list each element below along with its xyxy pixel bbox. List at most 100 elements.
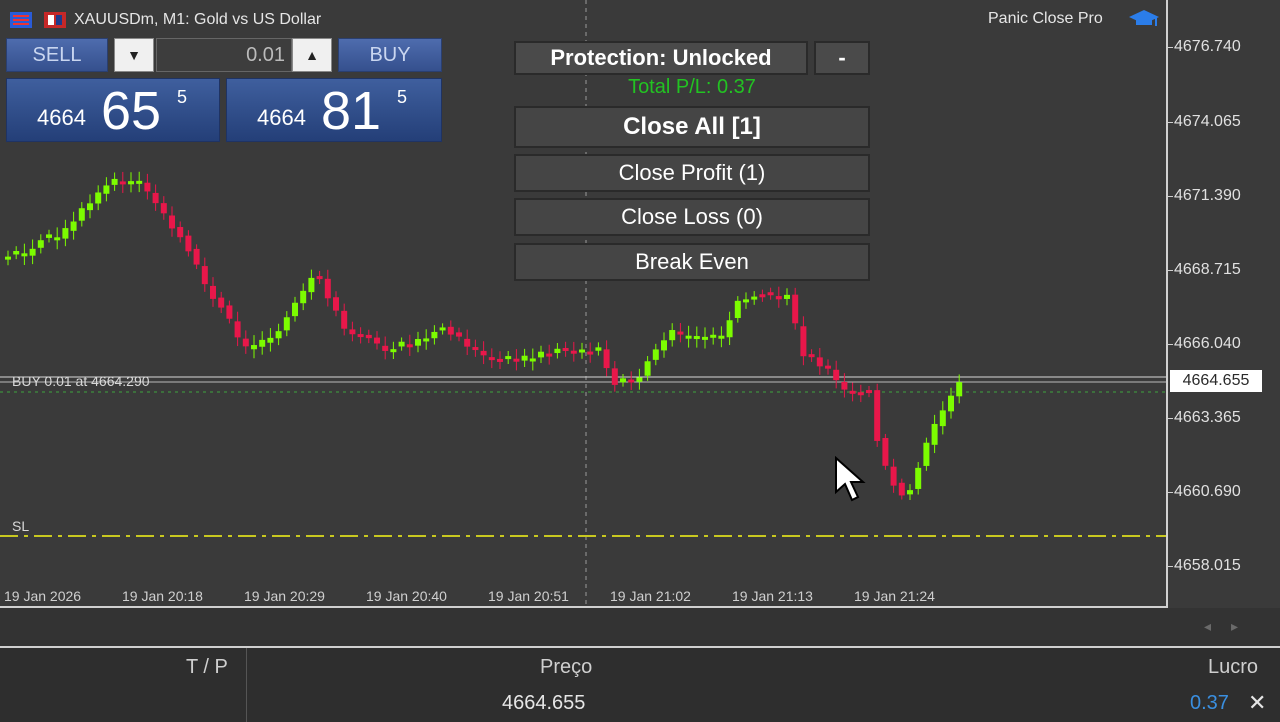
expert-icon[interactable] [42, 10, 68, 30]
candle-body [767, 292, 774, 296]
buy-button[interactable]: BUY [338, 38, 442, 72]
candle-body [915, 467, 922, 489]
candle-body [390, 349, 397, 353]
chart-scrollbar[interactable]: ◂▸ [0, 608, 1280, 646]
candle-body [324, 278, 331, 299]
candle-body [13, 251, 20, 255]
candle-body [595, 347, 602, 351]
candle-body [226, 305, 233, 319]
candle-body [201, 266, 208, 285]
time-label: 19 Jan 20:29 [244, 588, 325, 604]
header-profit: Lucro [1208, 656, 1259, 678]
buy-price-box[interactable]: 4664 81 5 [226, 78, 442, 142]
candle-body [652, 349, 659, 360]
header-tp: T / P [186, 656, 228, 678]
candle-body [70, 221, 77, 231]
candle-body [365, 334, 372, 339]
candle-body [447, 326, 454, 335]
candle-body [874, 390, 881, 441]
chart-title: XAUUSDm, M1: Gold vs US Dollar [74, 11, 322, 28]
buy-price-prefix: 4664 [257, 105, 306, 130]
minimize-panel-button[interactable]: - [814, 41, 870, 75]
ea-name: Panic Close Pro [988, 10, 1103, 27]
candle-body [587, 351, 594, 355]
candle-body [693, 336, 700, 340]
candle-body [685, 335, 692, 339]
candle-body [751, 296, 758, 300]
candle-body [242, 338, 249, 347]
candle-body [333, 297, 339, 311]
close-icon[interactable]: ✕ [1248, 690, 1266, 716]
candle-body [939, 410, 946, 427]
candle-body [210, 285, 216, 299]
sell-price-point: 5 [177, 87, 188, 107]
candle-body [341, 310, 348, 329]
candle-body [816, 357, 823, 367]
candle-body [677, 331, 684, 335]
candle-body [841, 381, 848, 390]
candle-body [136, 180, 143, 184]
chart-window[interactable]: XAUUSDm, M1: Gold vs US Dollar Panic Clo… [0, 0, 1280, 608]
volume-decrease-button[interactable]: ▼ [114, 38, 154, 72]
candle-body [37, 240, 44, 248]
candle-body [775, 296, 782, 300]
close-profit-button[interactable]: Close Profit (1) [514, 154, 870, 192]
candle-body [611, 368, 618, 385]
candle-body [636, 377, 643, 382]
candle-body [177, 227, 184, 238]
positions-table: T / P Preço Lucro 4664.655 0.37 ✕ [0, 646, 1280, 722]
candle-body [669, 330, 676, 341]
candle-body [743, 299, 749, 303]
candle-body [259, 339, 266, 347]
protection-toggle-button[interactable]: Protection: Unlocked [514, 41, 808, 75]
candle-body [87, 203, 93, 211]
candle-body [169, 215, 175, 229]
buy-price-point: 5 [397, 87, 408, 107]
candle-body [529, 358, 536, 362]
candle-body [882, 438, 889, 466]
candle-body [398, 341, 405, 347]
candle-body [734, 300, 741, 319]
candle-body [784, 294, 790, 299]
candle-body [472, 347, 479, 351]
candle-body [480, 350, 487, 356]
candle-body [546, 353, 553, 357]
candle-body [464, 338, 471, 347]
candle-body [562, 347, 569, 351]
candle-body [620, 378, 626, 383]
candle-body [759, 294, 766, 298]
sell-button[interactable]: SELL [6, 38, 108, 72]
candle-body [144, 182, 151, 192]
candle-body [128, 181, 134, 185]
candle-body [923, 442, 930, 466]
price-axis[interactable]: 4676.740 4674.065 4671.390 4668.715 4666… [1168, 0, 1280, 608]
close-loss-button[interactable]: Close Loss (0) [514, 198, 870, 236]
volume-input[interactable]: 0.01 [156, 38, 292, 72]
mouse-cursor-icon [835, 456, 866, 502]
column-divider [246, 648, 247, 722]
candle-body [726, 320, 733, 338]
close-all-button[interactable]: Close All [1] [514, 106, 870, 148]
menu-icon[interactable] [8, 10, 34, 30]
time-label: 19 Jan 21:13 [732, 588, 813, 604]
candle-body [833, 369, 840, 381]
candle-body [119, 181, 126, 185]
candle-body [21, 253, 28, 257]
candle-body [538, 351, 544, 358]
buy-price-main: 81 [321, 81, 382, 141]
candle-body [5, 256, 11, 260]
graduation-cap-icon [1128, 6, 1160, 32]
triangle-up-icon: ▲ [305, 47, 319, 63]
candle-body [103, 185, 110, 194]
buy-order-line-label: BUY 0.01 at 4664.290 [12, 373, 150, 389]
candle-body [111, 178, 118, 185]
sell-price-box[interactable]: 4664 65 5 [6, 78, 220, 142]
candle-body [800, 326, 807, 357]
candle-body [513, 358, 520, 362]
volume-increase-button[interactable]: ▲ [292, 38, 332, 72]
candle-body [890, 466, 897, 486]
scroll-arrows-icon[interactable]: ◂▸ [1204, 618, 1258, 635]
break-even-button[interactable]: Break Even [514, 243, 870, 281]
current-price-tag: 4664.655 [1170, 370, 1262, 392]
chart-title-bar: XAUUSDm, M1: Gold vs US Dollar [0, 6, 321, 34]
